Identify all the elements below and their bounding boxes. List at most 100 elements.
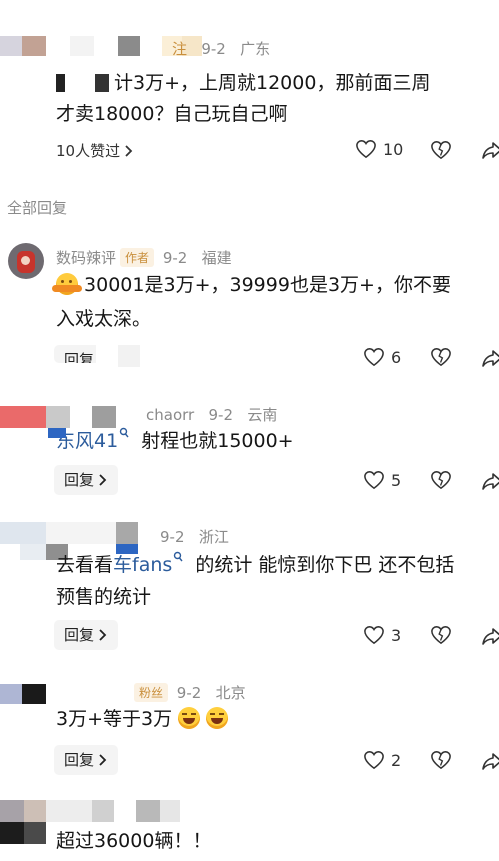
chevron-right-icon [125, 144, 133, 157]
reply-2-text-mosaic [48, 428, 66, 438]
reply-1-meta: 数码辣评 作者 9-2 福建 [56, 247, 232, 268]
reply-2-location: 云南 [247, 406, 278, 424]
reply-3-text-line2: 预售的统计 [56, 586, 152, 608]
top-comment-location: 广东 [240, 40, 271, 58]
share-icon [482, 628, 499, 645]
reply-4-dislike-button[interactable] [430, 750, 452, 774]
reply-2-username[interactable]: chaorr [146, 406, 194, 424]
top-comment-text-mosaic [56, 74, 109, 92]
reply-4-like-count: 2 [391, 750, 402, 770]
all-replies-title: 全部回复 [7, 199, 68, 217]
reply-2-avatar-mosaic [0, 406, 116, 428]
chevron-right-icon [99, 754, 107, 766]
reply-2-reply-button[interactable]: 回复 [54, 465, 119, 495]
search-icon [174, 551, 183, 562]
reply-2-reply-label: 回复 [64, 471, 95, 489]
reply-3-text-mosaic [116, 544, 138, 554]
author-badge: 作者 [120, 248, 155, 267]
reply-2-mention-link[interactable]: 东风41 [56, 427, 129, 452]
top-comment-date: 9-2 [201, 40, 226, 58]
top-comment-share-button[interactable] [482, 140, 499, 164]
avatar[interactable] [8, 243, 44, 279]
share-icon [482, 350, 499, 367]
reply-3-text-line1: 的统计 能惊到你下巴 还不包括 [195, 554, 455, 576]
reply-3-share-button[interactable] [482, 626, 499, 650]
reply-1-location: 福建 [201, 249, 232, 267]
top-comment-like-button[interactable]: 10 [355, 139, 403, 159]
share-icon [482, 753, 499, 770]
reply-3-mention: 车fans [113, 554, 173, 576]
reply-4-date: 9-2 [176, 684, 202, 702]
reply-4-reply-button[interactable]: 回复 [54, 745, 119, 775]
broken-heart-icon [431, 626, 451, 645]
reply-1-like-button[interactable]: 6 [363, 347, 401, 367]
reply-1-username[interactable]: 数码辣评 [56, 249, 116, 267]
share-icon [482, 142, 499, 159]
reply-1-share-button[interactable] [482, 348, 499, 372]
reply-1-reply-label: 回复 [64, 351, 95, 363]
top-comment-text-line2: 才卖18000？自己玩自己啊 [56, 103, 288, 125]
broken-heart-icon [431, 348, 451, 367]
reply-3-reply-label: 回复 [64, 626, 95, 644]
reply-4-text: 3万+等于3万 [56, 704, 229, 735]
reply-1-text-line1: 30001是3万+，39999也是3万+，你不要 [84, 274, 451, 296]
reply-4-share-button[interactable] [482, 751, 499, 775]
reply-3-date: 9-2 [160, 528, 185, 546]
broken-heart-icon [431, 141, 451, 160]
reply-1-text-line2: 入戏太深。 [56, 308, 152, 330]
reply-4-location: 北京 [215, 684, 246, 702]
broken-heart-icon [431, 751, 451, 770]
reply-2-text-body: 射程也就15000+ [141, 430, 294, 452]
reply-2-like-count: 5 [391, 470, 402, 490]
reply-3-reply-button[interactable]: 回复 [54, 620, 119, 650]
reply-3-mention-link[interactable]: 车fans [113, 551, 183, 576]
comment-thread: 注 9-2 广东 计3万+，上周就12000，那前面三周 才卖18000？自己玩… [0, 0, 499, 861]
heart-icon [364, 471, 384, 490]
reply-2-dislike-button[interactable] [430, 470, 452, 494]
reply-5-avatar-mosaic-2 [0, 822, 46, 844]
reply-1-mosaic [96, 345, 140, 381]
reply-2-meta: chaorr 9-2 云南 [146, 404, 277, 425]
reply-3-text-prefix: 去看看 [56, 554, 114, 576]
reply-4-reply-label: 回复 [64, 751, 95, 769]
liked-by-link[interactable]: 10人赞过 [56, 140, 134, 161]
reply-3-like-button[interactable]: 3 [363, 625, 401, 645]
reply-4-avatar-mosaic [0, 684, 46, 704]
fan-badge: 粉丝 [134, 683, 169, 702]
top-comment-like-count: 10 [383, 139, 404, 159]
reply-5-avatar-mosaic [0, 800, 180, 822]
reply-2-text: 东风41 射程也就15000+ [56, 426, 294, 457]
heart-icon [356, 140, 376, 159]
reply-1-text: 30001是3万+，39999也是3万+，你不要 [52, 270, 451, 301]
reply-1-date: 9-2 [162, 249, 188, 267]
heart-icon [364, 626, 384, 645]
reply-4-like-button[interactable]: 2 [363, 750, 401, 770]
chevron-right-icon [99, 474, 107, 486]
reply-2-share-button[interactable] [482, 471, 499, 495]
reply-1-like-count: 6 [391, 347, 402, 367]
reply-5-text: 超过36000辆！！ [56, 830, 212, 852]
heart-icon [364, 348, 384, 367]
reply-1-dislike-button[interactable] [430, 347, 452, 371]
top-comment-text-line1: 计3万+，上周就12000，那前面三周 [114, 72, 431, 94]
liked-by-label: 10人赞过 [56, 142, 121, 160]
reply-3-like-count: 3 [391, 625, 402, 645]
hug-emoji-icon [52, 273, 82, 295]
reply-3-dislike-button[interactable] [430, 625, 452, 649]
share-icon [482, 473, 499, 490]
top-comment-meta: 注 9-2 广东 [172, 38, 270, 59]
reply-2-like-button[interactable]: 5 [363, 470, 401, 490]
reply-2-date: 9-2 [208, 406, 234, 424]
laugh-emoji-icon [178, 707, 201, 729]
chevron-right-icon [99, 629, 107, 641]
reply-4-meta: 粉丝 9-2 北京 [130, 682, 246, 703]
top-comment-tag: 注 [172, 40, 188, 58]
reply-3-meta: 9-2 浙江 [160, 526, 229, 547]
reply-4-text-body: 3万+等于3万 [56, 708, 173, 730]
broken-heart-icon [431, 471, 451, 490]
top-comment-dislike-button[interactable] [430, 140, 452, 164]
laugh-emoji-icon [206, 707, 229, 729]
reply-3-avatar-mosaic [0, 522, 138, 544]
heart-icon [364, 751, 384, 770]
reply-3-location: 浙江 [198, 528, 229, 546]
